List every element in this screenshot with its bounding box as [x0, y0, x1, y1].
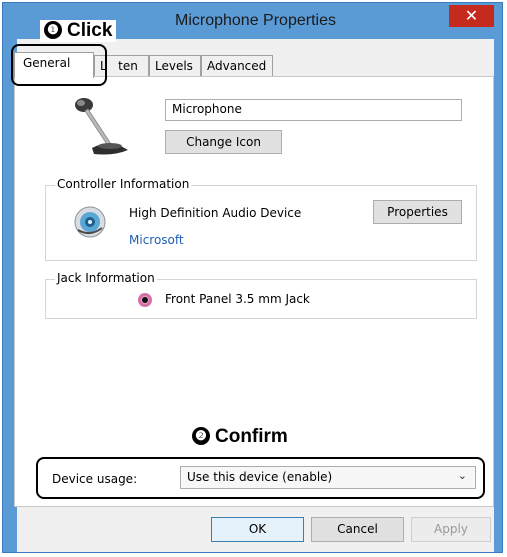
- window-frame-right: [494, 3, 502, 552]
- annotation-number: ❶: [44, 21, 62, 39]
- ok-button[interactable]: OK: [211, 517, 304, 542]
- close-button[interactable]: ✕: [449, 5, 494, 27]
- jack-name: Front Panel 3.5 mm Jack: [165, 292, 310, 306]
- tab-label: Advanced: [207, 59, 267, 73]
- microphone-icon: [75, 98, 128, 155]
- audio-device-icon: [74, 206, 106, 238]
- tab-levels[interactable]: Levels: [149, 55, 201, 77]
- annotation-number: ❷: [192, 427, 210, 445]
- device-name-input[interactable]: Microphone: [165, 99, 462, 121]
- tab-label: Levels: [155, 59, 193, 73]
- annotation-text: Confirm: [215, 426, 288, 447]
- jack-color-icon: [138, 293, 152, 307]
- annotation-text: Click: [67, 20, 113, 41]
- click-callout-box: [11, 44, 107, 86]
- vendor-link[interactable]: Microsoft: [129, 233, 184, 247]
- controller-properties-button[interactable]: Properties: [373, 200, 462, 224]
- window-title: Microphone Properties: [175, 12, 336, 29]
- jack-info-label: Jack Information: [55, 271, 157, 285]
- apply-button[interactable]: Apply: [411, 517, 491, 542]
- annotation-click: ❶ Click: [40, 20, 117, 42]
- controller-info-label: Controller Information: [55, 177, 192, 191]
- cancel-button[interactable]: Cancel: [311, 517, 404, 542]
- controller-device-name: High Definition Audio Device: [129, 206, 302, 220]
- confirm-callout-box: [36, 457, 485, 499]
- annotation-confirm: ❷ Confirm: [192, 426, 288, 448]
- change-icon-button[interactable]: Change Icon: [165, 130, 282, 154]
- tab-advanced[interactable]: Advanced: [201, 55, 273, 77]
